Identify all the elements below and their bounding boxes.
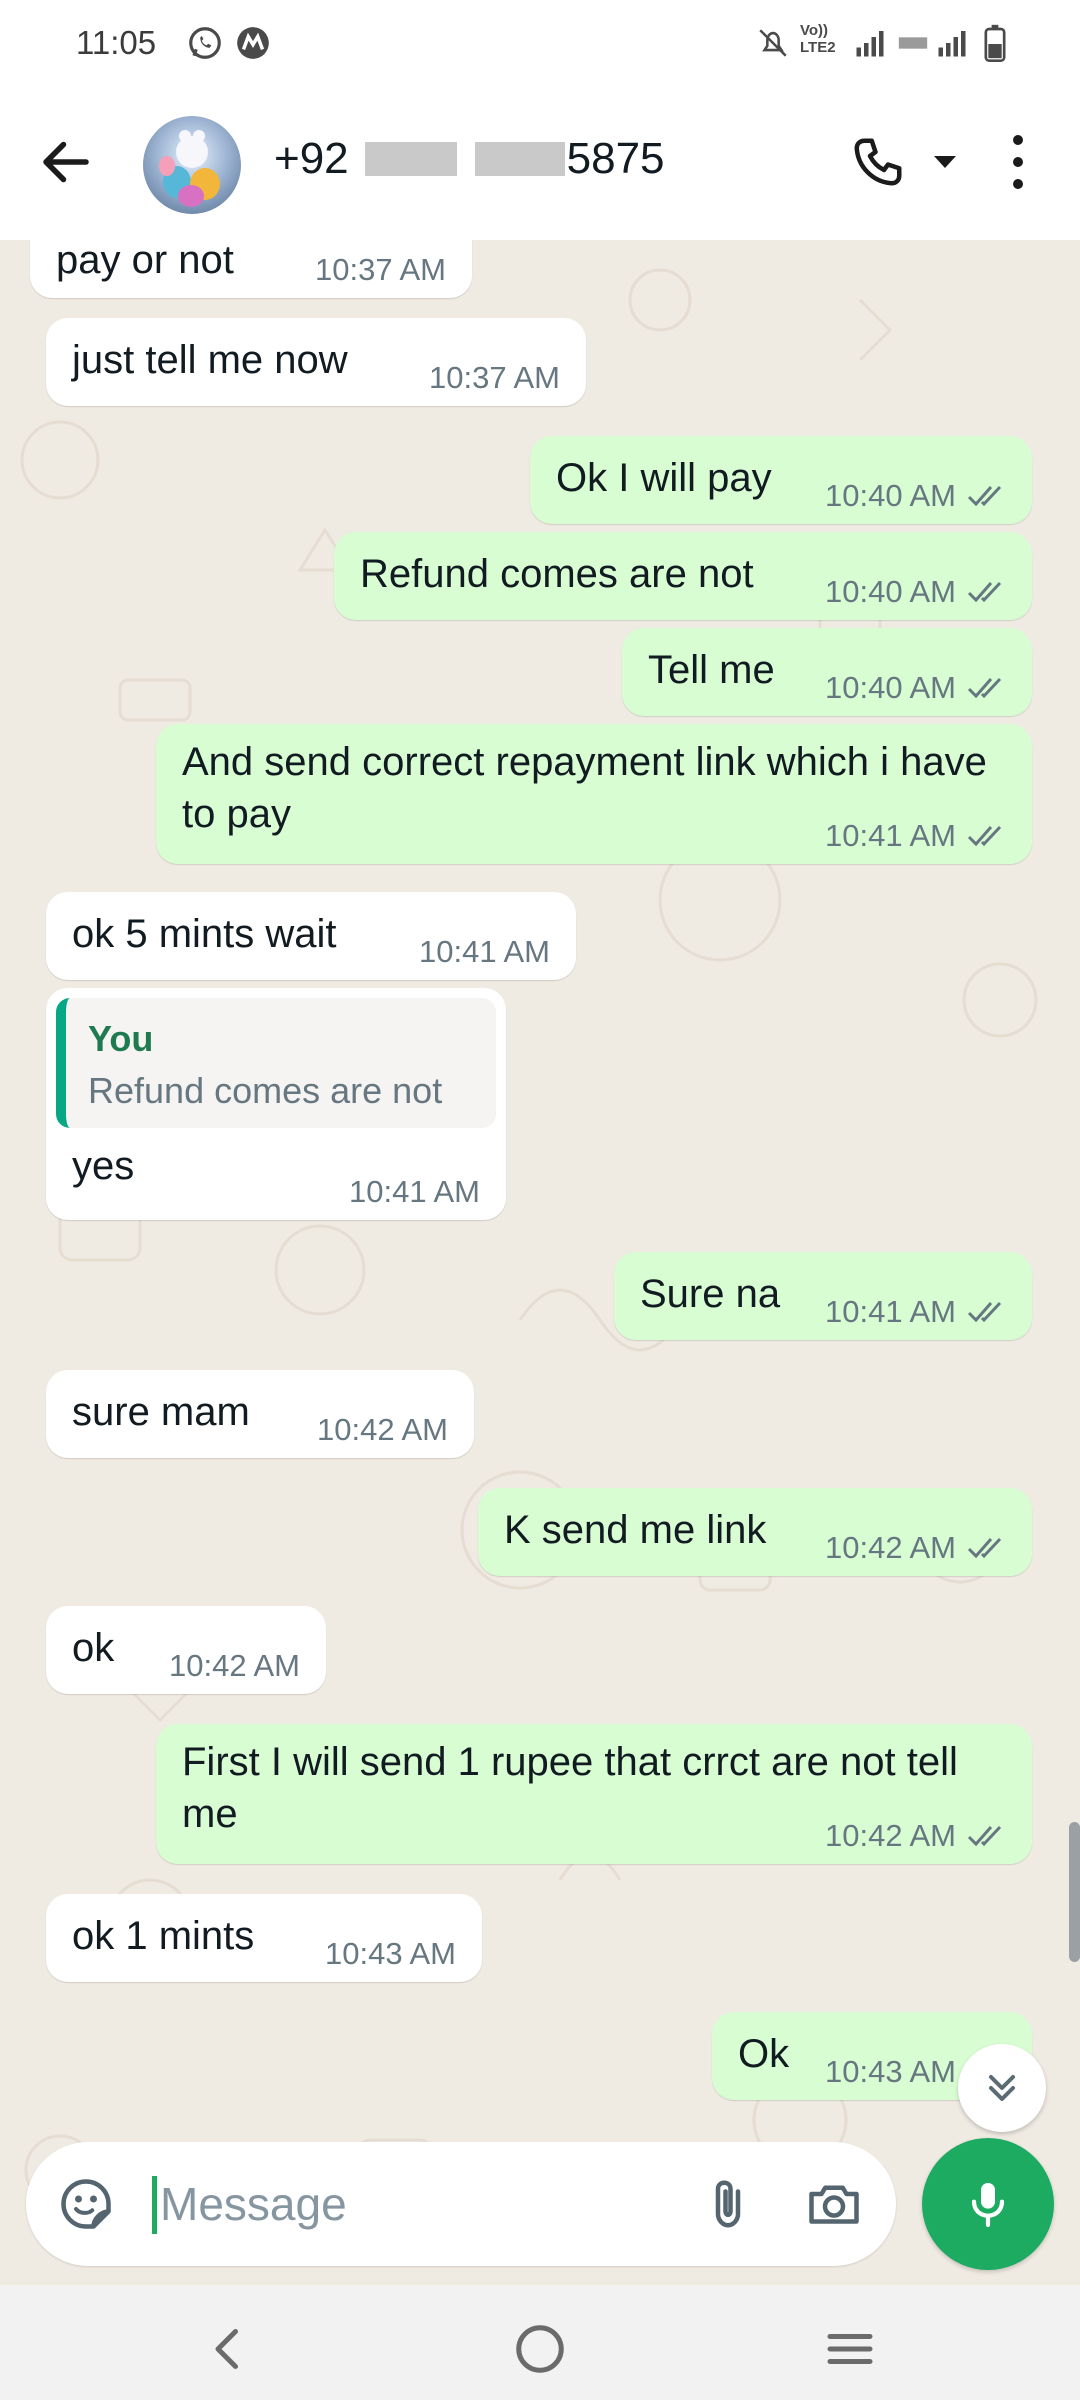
chat-header: +92 5875 — [0, 90, 1080, 240]
battery-icon — [984, 24, 1006, 62]
message-bubble-incoming[interactable]: ok 5 mints wait 10:41 AM — [46, 892, 576, 980]
message-bubble-outgoing[interactable]: Sure na 10:41 AM — [614, 1252, 1032, 1340]
message-time: 10:40 AM — [825, 574, 1010, 610]
message-bubble-incoming[interactable]: just tell me now 10:37 AM — [46, 318, 586, 406]
status-time: 11:05 — [76, 24, 157, 61]
message-time: 10:37 AM — [315, 252, 446, 287]
message-bubble-outgoing[interactable]: Refund comes are not 10:40 AM — [334, 532, 1032, 620]
signal-icon-2 — [938, 31, 966, 57]
message-time: 10:41 AM — [419, 934, 550, 969]
status-bar: 11:05 Vo)) LTE2 — [0, 0, 1080, 90]
data-swap-icon — [898, 37, 928, 49]
volte-icon: Vo)) LTE2 — [800, 22, 836, 56]
message-time: 10:42 AM — [169, 1648, 300, 1683]
double-check-icon — [967, 825, 1002, 847]
double-check-icon — [967, 485, 1002, 507]
avatar-plush-image — [159, 130, 220, 207]
message-time: 10:40 AM — [825, 670, 1010, 706]
nav-home-icon[interactable] — [510, 2319, 570, 2379]
quoted-message[interactable]: You Refund comes are not — [56, 998, 496, 1128]
message-time: 10:42 AM — [825, 1530, 1010, 1566]
message-time: 10:41 AM — [349, 1174, 480, 1209]
message-time: 10:40 AM — [825, 478, 1010, 514]
scroll-to-bottom-button[interactable] — [958, 2044, 1046, 2132]
contact-prefix: +92 — [274, 134, 349, 183]
paperclip-icon[interactable] — [698, 2172, 758, 2236]
double-check-icon — [967, 1825, 1002, 1847]
redacted-block-1 — [364, 142, 457, 176]
message-bubble-incoming[interactable]: sure mam 10:42 AM — [46, 1370, 474, 1458]
mute-bell-icon — [759, 29, 787, 57]
voice-message-button[interactable] — [922, 2138, 1054, 2270]
signal-icon — [856, 31, 884, 57]
more-vert-icon[interactable] — [1003, 130, 1033, 194]
caret-down-icon[interactable] — [930, 152, 960, 172]
message-time: 10:43 AM — [325, 1936, 456, 1971]
whatsapp-icon — [189, 27, 221, 59]
phone-icon[interactable] — [848, 132, 908, 192]
system-nav-bar — [0, 2285, 1080, 2400]
text-cursor — [152, 2176, 157, 2234]
chat-area[interactable]: pay or not 10:37 AM just tell me now 10:… — [0, 240, 1080, 2285]
microphone-icon — [971, 2183, 1005, 2228]
double-check-icon — [967, 1301, 1002, 1323]
message-time: 10:37 AM — [429, 360, 560, 395]
message-time: 10:42 AM — [317, 1412, 448, 1447]
app-m-icon — [237, 27, 269, 59]
message-bubble-outgoing[interactable]: Ok I will pay 10:40 AM — [530, 436, 1032, 524]
back-arrow-icon[interactable] — [36, 132, 96, 192]
message-composer — [26, 2142, 896, 2266]
nav-back-icon[interactable] — [198, 2319, 258, 2379]
message-bubble-incoming[interactable]: pay or not 10:37 AM — [30, 240, 472, 298]
message-bubble-outgoing[interactable]: Tell me 10:40 AM — [622, 628, 1032, 716]
redacted-block-2 — [474, 142, 565, 176]
message-bubble-incoming[interactable]: ok 10:42 AM — [46, 1606, 326, 1694]
message-time: 10:41 AM — [825, 818, 1010, 854]
double-chevron-down-icon — [988, 2074, 1016, 2102]
message-bubble-incoming[interactable]: ok 1 mints 10:43 AM — [46, 1894, 482, 1982]
double-check-icon — [967, 677, 1002, 699]
message-bubble-outgoing[interactable]: K send me link 10:42 AM — [478, 1488, 1032, 1576]
sticker-emoji-icon[interactable] — [56, 2174, 116, 2234]
message-input[interactable] — [160, 2170, 660, 2238]
message-bubble-outgoing[interactable]: First I will send 1 rupee that crrct are… — [156, 1724, 1032, 1864]
nav-recents-icon[interactable] — [820, 2319, 880, 2379]
scrollbar-thumb[interactable] — [1069, 1822, 1080, 1962]
contact-name[interactable]: +92 5875 — [274, 134, 665, 184]
double-check-icon — [967, 581, 1002, 603]
double-check-icon — [967, 1537, 1002, 1559]
message-time: 10:42 AM — [825, 1818, 1010, 1854]
message-bubble-outgoing[interactable]: And send correct repayment link which i … — [156, 724, 1032, 864]
camera-icon[interactable] — [802, 2174, 866, 2234]
contact-suffix: 5875 — [566, 134, 665, 183]
message-bubble-incoming-reply[interactable]: You Refund comes are not yes 10:41 AM — [46, 988, 506, 1220]
message-time: 10:41 AM — [825, 1294, 1010, 1330]
avatar[interactable] — [143, 116, 241, 214]
